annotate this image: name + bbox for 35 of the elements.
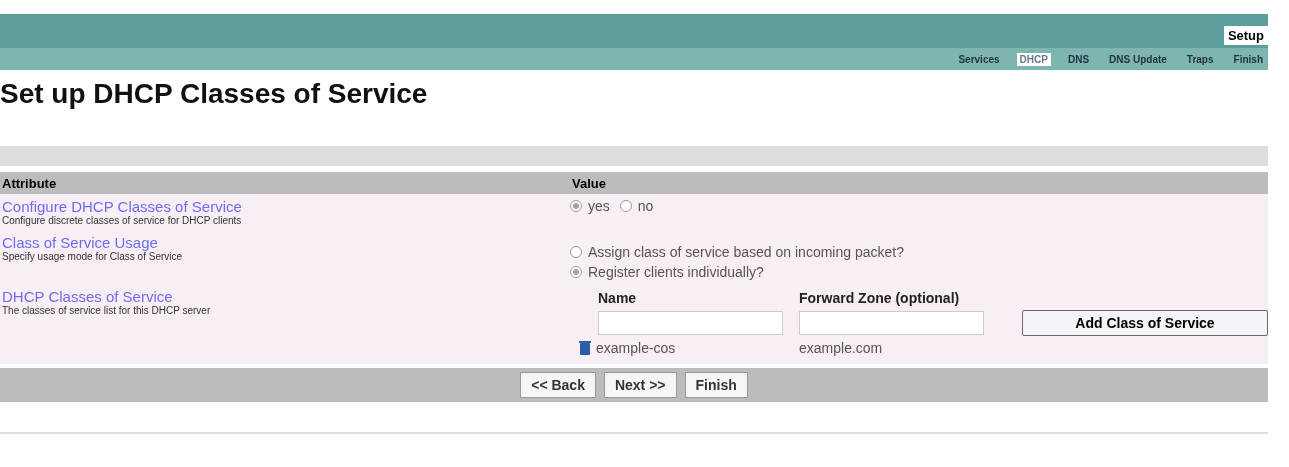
wizard-button[interactable]: Next >> [603,372,677,398]
attribute-description: Specify usage mode for Class of Service [1,251,183,262]
option-label: Assign class of service based on incoming packet? [588,244,904,260]
radio-button[interactable] [619,200,632,212]
attribute-link[interactable]: Class of Service Usage [0,234,158,251]
nav-tab[interactable]: DNS [1064,52,1093,66]
radio-button[interactable] [570,200,582,212]
option-label: no [637,198,654,214]
nav-tab[interactable]: Finish [1230,52,1266,66]
attribute-link[interactable]: Configure DHCP Classes of Service [0,198,242,215]
attribute-description: The classes of service list for this DHCP server [1,305,211,316]
trash-icon[interactable] [578,340,592,356]
option-label: yes [588,198,610,214]
column-header: Attribute [1,175,58,191]
nav-tab[interactable]: DHCP [1016,52,1051,66]
add-button[interactable]: Add Class of Service [1022,310,1268,336]
wizard-button[interactable]: Finish [684,372,748,398]
attribute-description: Configure discrete classes of service for DHCP clients [1,215,242,226]
entry-name: example-cos [596,340,676,356]
page-title: Set up DHCP Classes of Service [0,77,429,111]
radio-button[interactable] [570,246,582,258]
entry-zone: example.com [799,340,884,356]
nav-tab[interactable]: DNS Update [1106,52,1170,66]
nav-tab[interactable]: Services [955,52,1003,66]
name-field[interactable] [598,311,783,335]
column-header: Value [571,175,607,191]
radio-button[interactable] [570,266,582,278]
column-label: Forward Zone (optional) [799,290,961,306]
option-label: Register clients individually? [588,264,764,280]
attribute-link[interactable]: DHCP Classes of Service [0,288,173,305]
zone-field[interactable] [799,311,984,335]
column-label: Name [598,290,638,306]
section-title: Setup [1223,26,1268,45]
wizard-button[interactable]: << Back [520,372,596,398]
nav-tab[interactable]: Traps [1183,52,1217,66]
